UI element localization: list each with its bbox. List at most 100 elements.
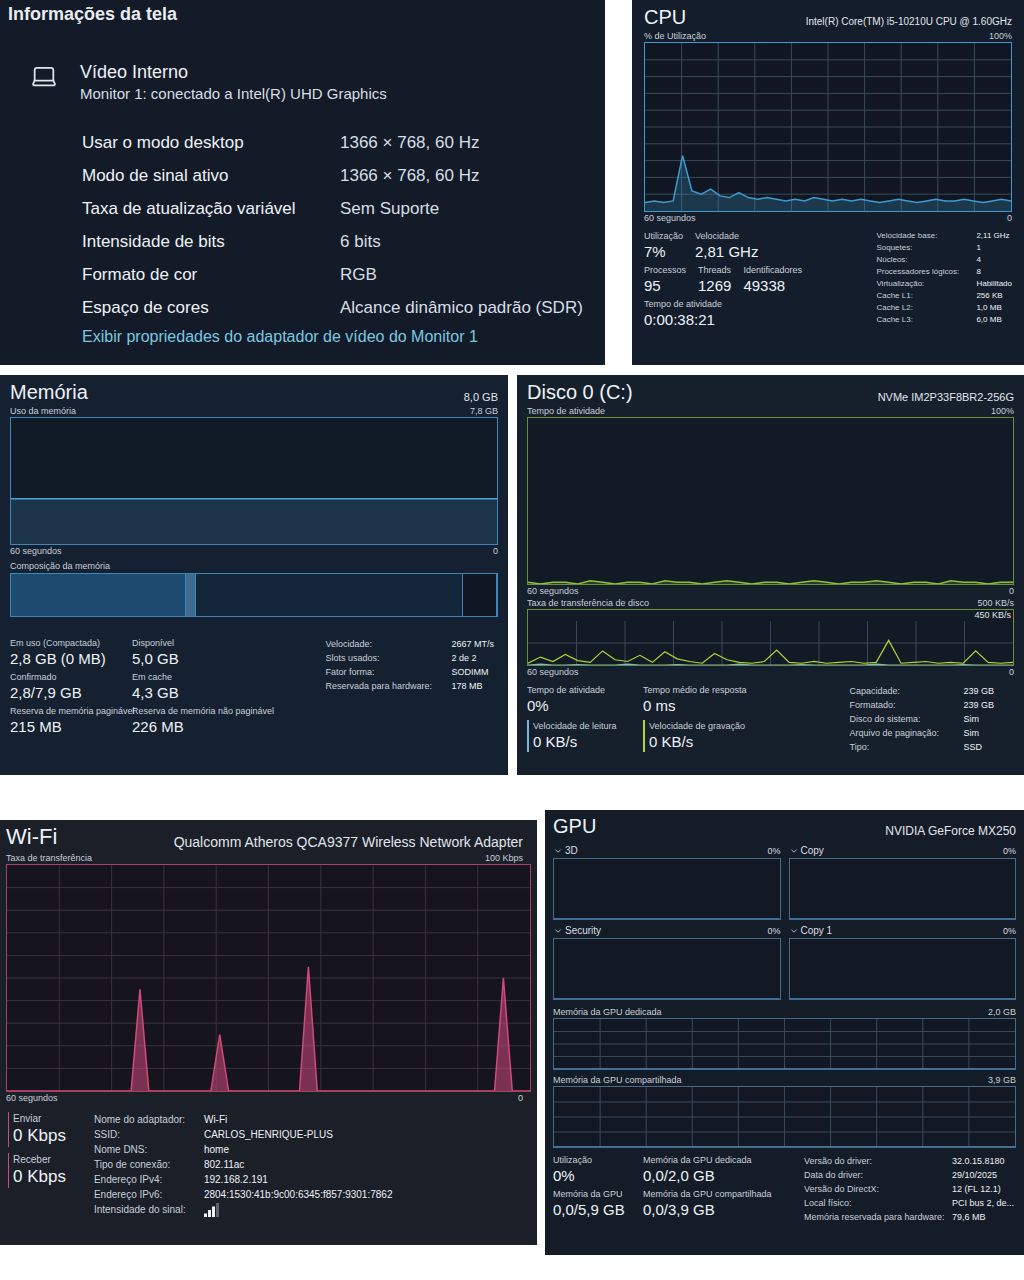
engine-chart	[789, 938, 1017, 1000]
stat-label: Velocidade	[695, 230, 758, 242]
axis-row: 60 segundos0	[527, 585, 1014, 597]
display-row-label: Taxa de atualização variável	[82, 196, 340, 222]
detail-label: Processadores lógicos:	[876, 266, 968, 278]
row-middle: Memória8,0 GBUso da memória7,8 GB60 segu…	[0, 375, 1024, 775]
detail-value: 239 GB	[963, 684, 994, 698]
gpu-model: NVIDIA GeForce MX250	[885, 822, 1016, 840]
stat: Reserva de memória não paginável226 MB	[132, 705, 274, 737]
chevron-down-icon[interactable]	[789, 926, 799, 936]
stat-label: Memória da GPU	[553, 1188, 633, 1200]
stat-label: Em uso (Compactada)	[10, 637, 120, 649]
device-row: Vídeo InternoMonitor 1: conectado a Inte…	[8, 60, 597, 104]
stat: Memória da GPU compartilhada0,0/3,9 GB	[643, 1188, 772, 1220]
chevron-down-icon[interactable]	[553, 926, 563, 936]
detail-label: Intensidade do sinal:	[94, 1202, 196, 1217]
disk-activity-chart	[527, 417, 1014, 585]
stat-value: 0 ms	[643, 696, 747, 716]
composition-segment	[11, 574, 186, 616]
detail-row: Data do driver:29/10/2025	[804, 1168, 1014, 1182]
stat-value: 4,3 GB	[132, 683, 179, 703]
axis-label: Memória da GPU compartilhada	[553, 1074, 682, 1086]
axis-label: Memória da GPU dedicada	[553, 1006, 662, 1018]
details-list: Velocidade base:2,11 GHzSoquetes:1Núcleo…	[876, 230, 1012, 330]
display-row-label: Usar o modo desktop	[82, 130, 340, 156]
detail-row: Endereço IPv6:2804:1530:41b:9c00:6345:f8…	[94, 1187, 393, 1202]
details-list: Nome do adaptador:Wi-FiSSID:CARLOS_HENRI…	[94, 1112, 393, 1202]
disk-transfer-box: 450 KB/s	[527, 609, 1014, 666]
axis-value: 0	[1009, 585, 1014, 597]
engine-value: 0%	[1003, 844, 1016, 858]
detail-value: 178 MB	[451, 679, 482, 693]
display-row: Taxa de atualização variávelSem Suporte	[82, 192, 597, 225]
chevron-down-icon[interactable]	[553, 846, 563, 856]
wifi-panel: Wi-FiQualcomm Atheros QCA9377 Wireless N…	[0, 820, 537, 1245]
task-manager-collage: Informações da tela Vídeo InternoMonitor …	[0, 0, 1024, 1280]
display-row: Espaço de coresAlcance dinâmico padrão (…	[82, 291, 597, 324]
composition-label: Composição da memória	[10, 559, 498, 573]
axis-value: 100 Kbps	[485, 852, 523, 864]
detail-row: Soquetes:1	[876, 242, 1012, 254]
detail-label: Tipo de conexão:	[94, 1157, 196, 1172]
stat-value: 215 MB	[10, 717, 120, 737]
display-rows: Usar o modo desktop1366 × 768, 60 HzModo…	[8, 126, 597, 324]
detail-row: Processadores lógicos:8	[876, 266, 1012, 278]
disk-model: NVMe IM2P33F8BR2-256G	[878, 389, 1014, 405]
panel-title: Memória	[10, 379, 88, 405]
display-row: Intensidade de bits6 bits	[82, 225, 597, 258]
device-name: Vídeo Interno	[80, 60, 387, 84]
detail-label: Soquetes:	[876, 242, 968, 254]
detail-value: 6,0 MB	[976, 314, 1001, 326]
detail-label: Nome do adaptador:	[94, 1112, 196, 1127]
detail-value: 32.0.15.8180	[952, 1154, 1005, 1168]
stat-value: 2,8/7,9 GB	[10, 683, 120, 703]
axis-value: 500 KB/s	[977, 597, 1014, 609]
axis-value: 0	[518, 1092, 523, 1104]
stat: Identificadores49338	[743, 264, 802, 296]
gpu-engine: Security0%	[553, 924, 781, 1000]
axis-row: % de Utilização100%	[644, 30, 1012, 42]
axis-row: 60 segundos0	[527, 666, 1014, 678]
axis-row: 60 segundos0	[6, 1092, 531, 1104]
stat: Velocidade de gravação0 KB/s	[643, 720, 745, 752]
chevron-down-icon[interactable]	[789, 846, 799, 856]
axis-value: 2,0 GB	[988, 1006, 1016, 1018]
axis-label: 60 segundos	[10, 545, 62, 557]
stat-label: Disponível	[132, 637, 179, 649]
memory-usage-chart	[10, 417, 498, 545]
engine-chart	[789, 858, 1017, 920]
stat: Utilização0%	[553, 1154, 633, 1186]
wifi-stats: Enviar0 KbpsReceber0 Kbps	[8, 1112, 66, 1217]
axis-label: 60 segundos	[644, 212, 696, 224]
stat-value: 2,8 GB (0 MB)	[10, 649, 120, 669]
stat-label: Confirmado	[10, 671, 120, 683]
panel-title: Wi-Fi	[6, 822, 57, 852]
stat-label: Reserva de memória paginável	[10, 705, 120, 717]
axis-row: 60 segundos0	[644, 212, 1012, 224]
row-bottom: Wi-FiQualcomm Atheros QCA9377 Wireless N…	[0, 810, 1024, 1255]
stat-label: Tempo de atividade	[527, 684, 629, 696]
adapter-properties-link[interactable]: Exibir propriedades do adaptador de víde…	[8, 326, 597, 348]
detail-row: Nome DNS:home	[94, 1142, 393, 1157]
stat-value: 0,0/5,9 GB	[553, 1200, 633, 1220]
panel-title: Informações da tela	[8, 2, 597, 26]
detail-label: Velocidade base:	[876, 230, 968, 242]
detail-row: Cache L1:256 KB	[876, 290, 1012, 302]
detail-value: SSD	[963, 740, 982, 754]
detail-row: Arquivo de paginação:Sim	[849, 726, 994, 740]
detail-value: 1,0 MB	[976, 302, 1001, 314]
composition-segment	[463, 574, 497, 616]
stat-value: 2,81 GHz	[695, 242, 758, 262]
stat: Utilização7%	[644, 230, 683, 262]
stat: Threads1269	[698, 264, 731, 296]
detail-row: Local físico:PCI bus 2, de...	[804, 1196, 1014, 1210]
engine-chart	[553, 858, 781, 920]
panel-title: Disco 0 (C:)	[527, 379, 633, 405]
stat-value: 0:00:38:21	[644, 310, 722, 330]
laptop-icon	[30, 62, 58, 90]
stat-label: Utilização	[553, 1154, 633, 1166]
engine-name: Copy 1	[801, 924, 833, 938]
detail-row: Capacidade:239 GB	[849, 684, 994, 698]
detail-label: Cache L2:	[876, 302, 968, 314]
detail-value: 2804:1530:41b:9c00:6345:f857:9301:7862	[204, 1187, 393, 1202]
detail-value: 4	[976, 254, 980, 266]
